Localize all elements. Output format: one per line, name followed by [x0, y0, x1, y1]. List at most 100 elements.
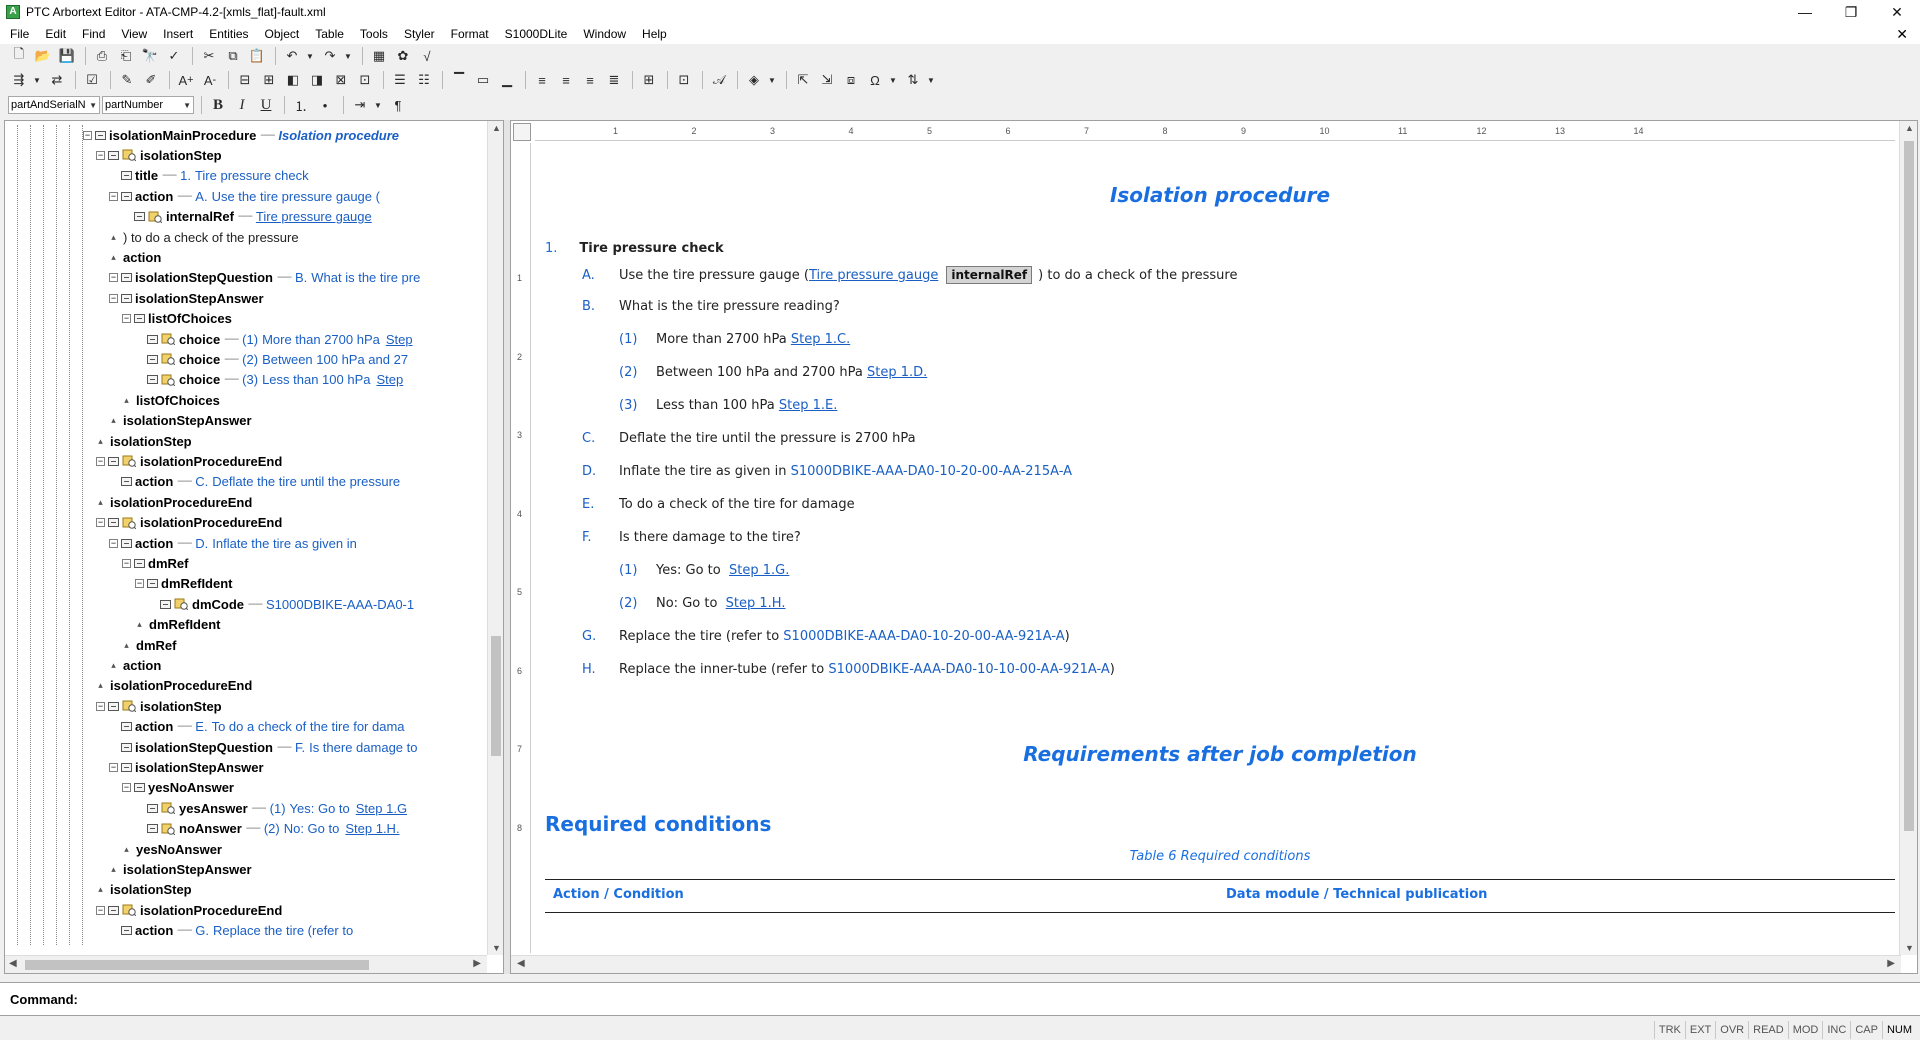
- tree-row[interactable]: action ------ G. Replace the tire (refer to: [109, 921, 353, 941]
- insert-table-icon[interactable]: ▦: [368, 46, 390, 66]
- tree-row[interactable]: choice ------ (3) Less than 100 hPa Step: [135, 370, 403, 390]
- change-tracking-icon[interactable]: ⇅: [902, 70, 924, 90]
- insert-markup-icon[interactable]: ⇶: [8, 70, 30, 90]
- command-input[interactable]: [85, 987, 1920, 1011]
- insert-markup-dropdown-icon[interactable]: ▼: [32, 70, 42, 90]
- special-character-dropdown-icon[interactable]: ▼: [888, 70, 898, 90]
- internal-ref-link[interactable]: Tire pressure gauge: [809, 268, 938, 283]
- dm-ref-link[interactable]: S1000DBIKE-AAA-DA0-10-20-00-AA-215A-A: [791, 464, 1072, 479]
- tree-row[interactable]: isolationStepQuestion ------ F. Is there da…: [109, 737, 417, 757]
- table-insert-column-left-icon[interactable]: ◧: [282, 70, 304, 90]
- insert-graphic-icon[interactable]: ✿: [392, 46, 414, 66]
- tree-row[interactable]: − isolationStep: [96, 696, 222, 716]
- menu-table[interactable]: Table: [307, 24, 352, 44]
- tree-row[interactable]: ▴ isolationStep: [96, 431, 191, 451]
- menu-object[interactable]: Object: [257, 24, 308, 44]
- step-link[interactable]: Step 1.D.: [867, 365, 927, 380]
- collapse-icon[interactable]: −: [109, 762, 118, 772]
- collapse-icon[interactable]: −: [122, 783, 131, 793]
- scroll-down-icon[interactable]: ▼: [1905, 943, 1914, 953]
- tree-row[interactable]: − listOfChoices: [122, 309, 232, 329]
- collapse-icon[interactable]: −: [122, 558, 131, 568]
- document-content[interactable]: Isolation procedure 1. Tire pressure che…: [545, 143, 1895, 953]
- tree-row[interactable]: ▴ isolationProcedureEnd: [96, 676, 252, 696]
- scroll-left-icon[interactable]: ◀: [517, 958, 525, 969]
- table-properties-icon[interactable]: ⊞: [638, 70, 660, 90]
- collapse-icon[interactable]: −: [109, 191, 118, 201]
- collapse-icon[interactable]: −: [109, 538, 118, 548]
- scroll-up-icon[interactable]: ▲: [1905, 123, 1914, 133]
- scroll-thumb[interactable]: [25, 960, 369, 970]
- table-insert-row-below-icon[interactable]: ⊞: [258, 70, 280, 90]
- tree-row[interactable]: title ------ 1. Tire pressure check: [109, 166, 309, 186]
- insert-xref-icon[interactable]: ⇱: [792, 70, 814, 90]
- tree-row[interactable]: − isolationStep: [96, 145, 222, 165]
- element-select[interactable]: partAndSerialN ▼: [8, 96, 100, 114]
- minimize-button[interactable]: —: [1782, 0, 1828, 24]
- undo-dropdown-icon[interactable]: ▼: [305, 46, 315, 66]
- menu-s1000dlite[interactable]: S1000DLite: [497, 24, 576, 44]
- special-character-icon[interactable]: Ω: [864, 70, 886, 90]
- print-preview-icon[interactable]: ⎗: [115, 46, 137, 66]
- tree-row-link[interactable]: Step: [386, 332, 413, 347]
- menu-format[interactable]: Format: [443, 24, 497, 44]
- menu-view[interactable]: View: [113, 24, 155, 44]
- tree-row[interactable]: − yesNoAnswer: [122, 778, 234, 798]
- font-style-icon[interactable]: 𝒜: [708, 70, 730, 90]
- print-icon[interactable]: ⎙: [91, 46, 113, 66]
- scroll-down-icon[interactable]: ▼: [492, 943, 501, 953]
- show-tags-button[interactable]: ¶: [387, 95, 409, 115]
- tree-row[interactable]: ▴ isolationStep: [96, 880, 191, 900]
- font-grow-icon[interactable]: A +: [175, 70, 197, 90]
- table-split-icon[interactable]: ⊠: [330, 70, 352, 90]
- insert-entity-icon[interactable]: ⧈: [840, 70, 862, 90]
- tree-row[interactable]: action ------ C. Deflate the tire until the…: [109, 472, 400, 492]
- indent-dropdown-icon[interactable]: ▼: [373, 95, 383, 115]
- collapse-icon[interactable]: −: [96, 518, 105, 528]
- align-left-icon[interactable]: ≡: [531, 70, 553, 90]
- check-completeness-icon[interactable]: ☑: [81, 70, 103, 90]
- tree-vertical-scrollbar[interactable]: ▲ ▼: [487, 121, 503, 955]
- tree-row[interactable]: internalRef ------ Tire pressure gauge: [122, 207, 372, 227]
- scroll-thumb[interactable]: [491, 636, 501, 756]
- italic-button[interactable]: I: [231, 95, 253, 115]
- tree-row[interactable]: ▴ action: [109, 655, 161, 675]
- tree-row[interactable]: ▴ isolationStepAnswer: [109, 859, 251, 879]
- cell-align-bottom-icon[interactable]: ▁: [496, 70, 518, 90]
- scroll-up-icon[interactable]: ▲: [492, 123, 501, 133]
- tree-row-link[interactable]: Step 1.H.: [345, 821, 399, 836]
- table-columns-icon[interactable]: ☷: [413, 70, 435, 90]
- collapse-icon[interactable]: −: [135, 579, 144, 589]
- tree-row[interactable]: − action ------ A. Use the tire pressure gau…: [109, 186, 380, 206]
- menu-file[interactable]: File: [2, 24, 37, 44]
- collapse-icon[interactable]: −: [83, 130, 92, 140]
- step-link[interactable]: Step 1.E.: [779, 398, 837, 413]
- collapse-icon[interactable]: −: [96, 150, 105, 160]
- menu-insert[interactable]: Insert: [155, 24, 201, 44]
- bulleted-list-icon[interactable]: •: [314, 95, 336, 115]
- collapse-icon[interactable]: −: [96, 905, 105, 915]
- dm-ref-link[interactable]: S1000DBIKE-AAA-DA0-10-20-00-AA-921A-A: [783, 629, 1064, 644]
- tree-row[interactable]: −dmRef: [122, 553, 188, 573]
- collapse-icon[interactable]: −: [96, 701, 105, 711]
- scroll-thumb[interactable]: [1904, 141, 1914, 831]
- find-icon[interactable]: 🔭: [139, 46, 161, 66]
- menu-styler[interactable]: Styler: [396, 24, 443, 44]
- tree-row[interactable]: ▴ dmRefIdent: [135, 615, 220, 635]
- internal-ref-tag[interactable]: internalRef: [946, 266, 1033, 284]
- cell-align-top-icon[interactable]: ▔: [448, 70, 470, 90]
- doc-vertical-scrollbar[interactable]: ▲ ▼: [1899, 121, 1917, 955]
- tree-row[interactable]: ▴ dmRef: [122, 635, 176, 655]
- tree-row[interactable]: − isolationMainProcedure ------ Isolation p…: [83, 125, 399, 145]
- attribute-select[interactable]: partNumber ▼: [102, 96, 194, 114]
- underline-button[interactable]: U: [255, 95, 277, 115]
- menu-tools[interactable]: Tools: [352, 24, 396, 44]
- collapse-icon[interactable]: −: [96, 456, 105, 466]
- step-link[interactable]: Step 1.H.: [726, 596, 786, 611]
- tree-row[interactable]: choice ------ (1) More than 2700 hPa Step: [135, 329, 413, 349]
- tree-row[interactable]: dmCode ------ S1000DBIKE-AAA-DA0-1: [148, 594, 414, 614]
- tree-row[interactable]: ▴) to do a check of the pressure: [109, 227, 298, 247]
- save-icon[interactable]: 💾: [56, 46, 78, 66]
- tree-row[interactable]: −dmRef: [109, 941, 175, 946]
- cut-icon[interactable]: ✂: [198, 46, 220, 66]
